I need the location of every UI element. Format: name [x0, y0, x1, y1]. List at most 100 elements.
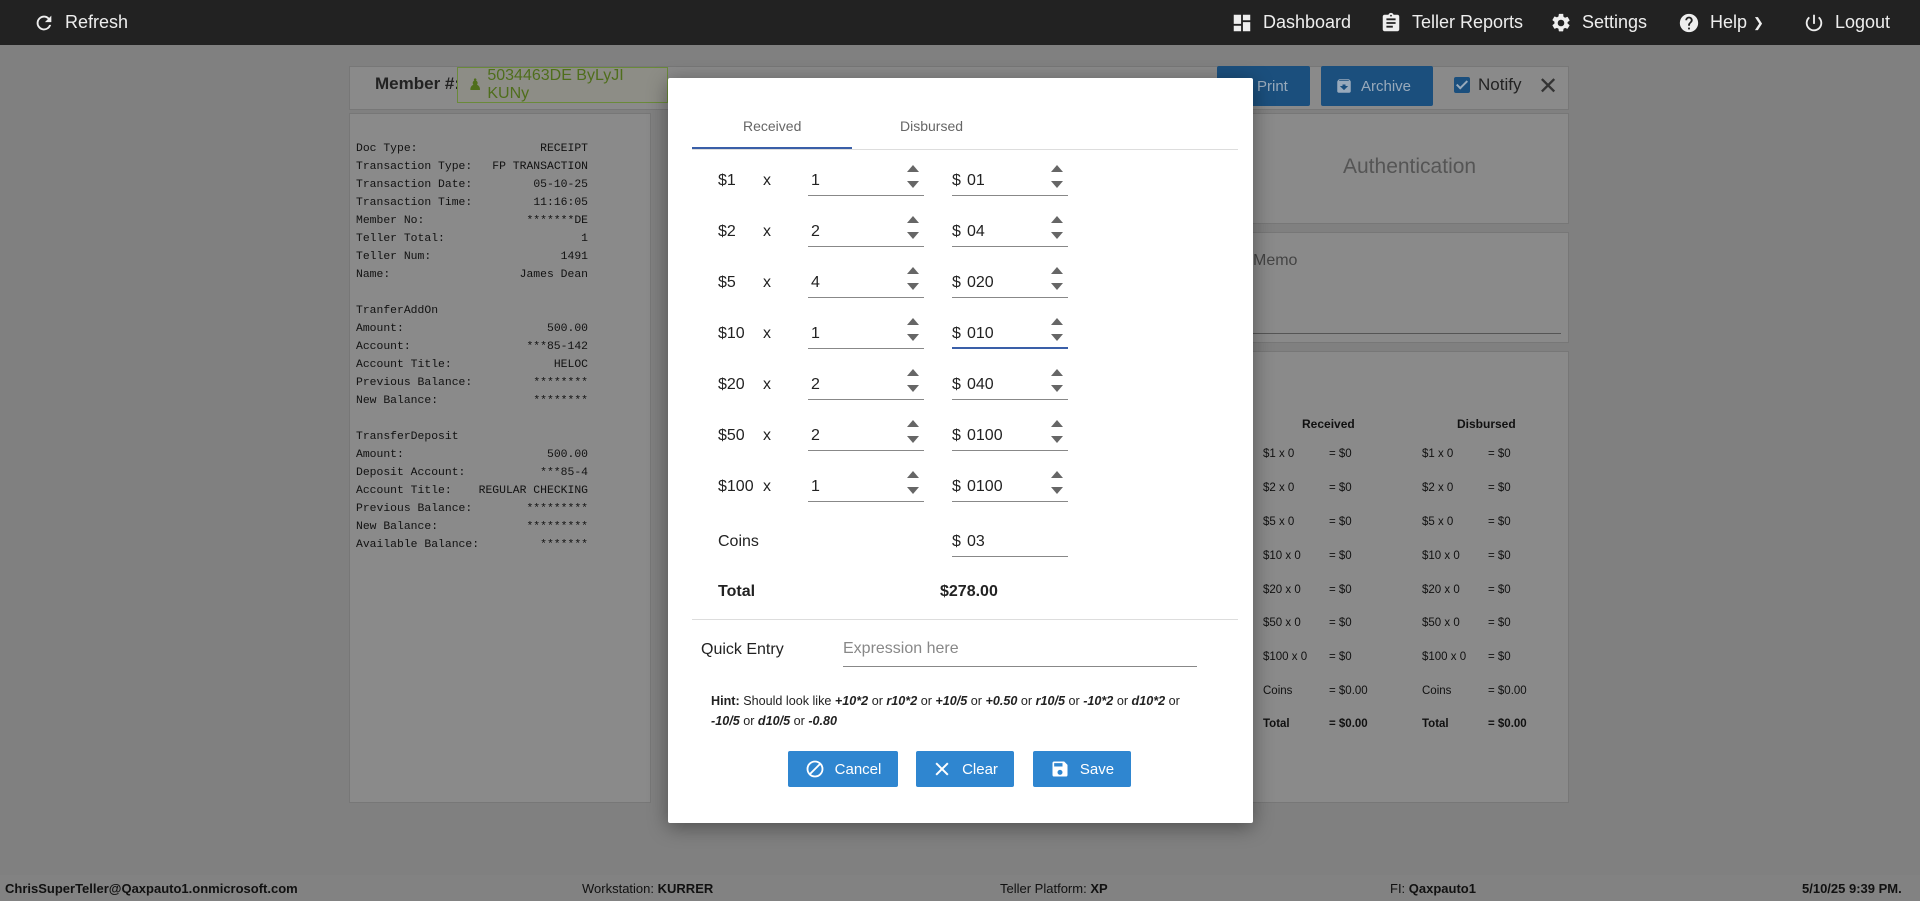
save-icon [1052, 761, 1068, 777]
arrow-up-icon[interactable] [1051, 267, 1063, 274]
cancel-button[interactable]: Cancel [788, 751, 898, 787]
denomination-row: $1 x 1 $01 [668, 158, 1253, 209]
amount-value: 020 [967, 274, 994, 291]
teller-reports-link[interactable]: Teller Reports [1380, 0, 1523, 45]
member-field[interactable]: ♟ 5034463DE ByLyJI KUNy [457, 67, 668, 103]
spinner-arrows[interactable] [1050, 213, 1064, 245]
arrow-down-icon[interactable] [1051, 487, 1063, 494]
close-icon[interactable]: ✕ [1538, 72, 1558, 101]
cancel-label: Cancel [834, 760, 882, 778]
arrow-down-icon[interactable] [907, 232, 919, 239]
amount-stepper[interactable]: $01 [952, 162, 1068, 196]
arrow-down-icon[interactable] [1051, 385, 1063, 392]
cancel-icon [806, 760, 824, 778]
amount-stepper[interactable]: $0100 [952, 417, 1068, 451]
arrow-up-icon[interactable] [1051, 471, 1063, 478]
arrow-up-icon[interactable] [1051, 318, 1063, 325]
spinner-arrows[interactable] [1050, 264, 1064, 296]
archive-label: Archive [1361, 77, 1412, 95]
amount-stepper[interactable]: $040 [952, 366, 1068, 400]
clear-button[interactable]: Clear [916, 751, 1014, 787]
tab-disbursed[interactable]: Disbursed [900, 118, 963, 134]
save-button[interactable]: Save [1033, 751, 1131, 787]
quantity-stepper[interactable]: 2 [808, 213, 924, 247]
arrow-down-icon[interactable] [907, 283, 919, 290]
spinner-arrows[interactable] [906, 366, 920, 398]
quantity-stepper[interactable]: 1 [808, 315, 924, 349]
arrow-down-icon[interactable] [907, 385, 919, 392]
amount-stepper[interactable]: $020 [952, 264, 1068, 298]
spinner-arrows[interactable] [906, 162, 920, 194]
user-icon: ♟ [468, 77, 483, 94]
footer-platform: Teller Platform: XP [1000, 881, 1108, 896]
amount-stepper[interactable]: $04 [952, 213, 1068, 247]
spinner-arrows[interactable] [906, 213, 920, 245]
coins-amount-field[interactable]: $ 03 [952, 523, 1068, 557]
settings-link[interactable]: Settings [1550, 0, 1647, 45]
arrow-down-icon[interactable] [1051, 334, 1063, 341]
arrow-up-icon[interactable] [1051, 165, 1063, 172]
spinner-arrows[interactable] [1050, 468, 1064, 500]
arrow-up-icon[interactable] [1051, 369, 1063, 376]
amount-stepper[interactable]: $010 [952, 315, 1068, 349]
arrow-down-icon[interactable] [907, 436, 919, 443]
quantity-stepper[interactable]: 1 [808, 162, 924, 196]
quick-entry-label: Quick Entry [701, 641, 784, 658]
spinner-arrows[interactable] [1050, 366, 1064, 398]
summary-disbursed-value: = $0 [1488, 516, 1511, 528]
hint-example: -0.80 [808, 714, 838, 728]
quantity-stepper[interactable]: 1 [808, 468, 924, 502]
help-menu[interactable]: Help ❯ [1678, 0, 1764, 45]
spinner-arrows[interactable] [906, 468, 920, 500]
arrow-down-icon[interactable] [1051, 283, 1063, 290]
arrow-up-icon[interactable] [907, 216, 919, 223]
receipt-line: Transaction Date: 05-10-25 [356, 176, 588, 194]
arrow-down-icon[interactable] [1051, 181, 1063, 188]
arrow-up-icon[interactable] [907, 267, 919, 274]
quantity-stepper[interactable]: 4 [808, 264, 924, 298]
quantity-value: 2 [811, 376, 820, 393]
hint-or: or [1168, 694, 1180, 708]
dashboard-link[interactable]: Dashboard [1231, 0, 1351, 45]
memo-input[interactable] [1253, 333, 1561, 334]
quantity-stepper[interactable]: 2 [808, 366, 924, 400]
arrow-up-icon[interactable] [907, 420, 919, 427]
receipt-label: Account: [356, 341, 411, 353]
arrow-up-icon[interactable] [907, 318, 919, 325]
quantity-value: 1 [811, 172, 820, 189]
arrow-up-icon[interactable] [1051, 216, 1063, 223]
dashboard-icon [1233, 14, 1251, 31]
cash-count-dialog: Received Disbursed $1 x 1 $01 $2 x 2 $04 $5 x 4 $02… [668, 78, 1253, 823]
arrow-up-icon[interactable] [907, 165, 919, 172]
logout-link[interactable]: Logout [1803, 0, 1890, 45]
arrow-up-icon[interactable] [907, 369, 919, 376]
refresh-button[interactable]: Refresh [33, 0, 128, 45]
spinner-arrows[interactable] [906, 417, 920, 449]
memo-panel [1240, 232, 1569, 343]
arrow-down-icon[interactable] [907, 334, 919, 341]
quick-entry-input[interactable] [843, 631, 1197, 667]
archive-button[interactable]: Archive [1321, 66, 1433, 106]
amount-stepper[interactable]: $0100 [952, 468, 1068, 502]
receipt-value: *******DE [526, 215, 588, 227]
arrow-up-icon[interactable] [1051, 420, 1063, 427]
arrow-down-icon[interactable] [1051, 232, 1063, 239]
arrow-down-icon[interactable] [907, 487, 919, 494]
quantity-stepper[interactable]: 2 [808, 417, 924, 451]
hint-intro: Should look like [743, 694, 832, 708]
spinner-arrows[interactable] [906, 264, 920, 296]
receipt-value: 1 [581, 233, 588, 245]
arrow-down-icon[interactable] [907, 181, 919, 188]
arrow-down-icon[interactable] [1051, 436, 1063, 443]
receipt-value: 500.00 [546, 449, 588, 461]
spinner-arrows[interactable] [1050, 315, 1064, 347]
arrow-up-icon[interactable] [907, 471, 919, 478]
tab-received[interactable]: Received [743, 118, 801, 134]
denomination-row: $100 x 1 $0100 [668, 464, 1253, 515]
spinner-arrows[interactable] [1050, 162, 1064, 194]
spinner-arrows[interactable] [1050, 417, 1064, 449]
notify-checkbox[interactable]: Notify [1454, 75, 1521, 95]
hint-label: Hint: [711, 694, 740, 708]
spinner-arrows[interactable] [906, 315, 920, 347]
denomination-row: $5 x 4 $020 [668, 260, 1253, 311]
